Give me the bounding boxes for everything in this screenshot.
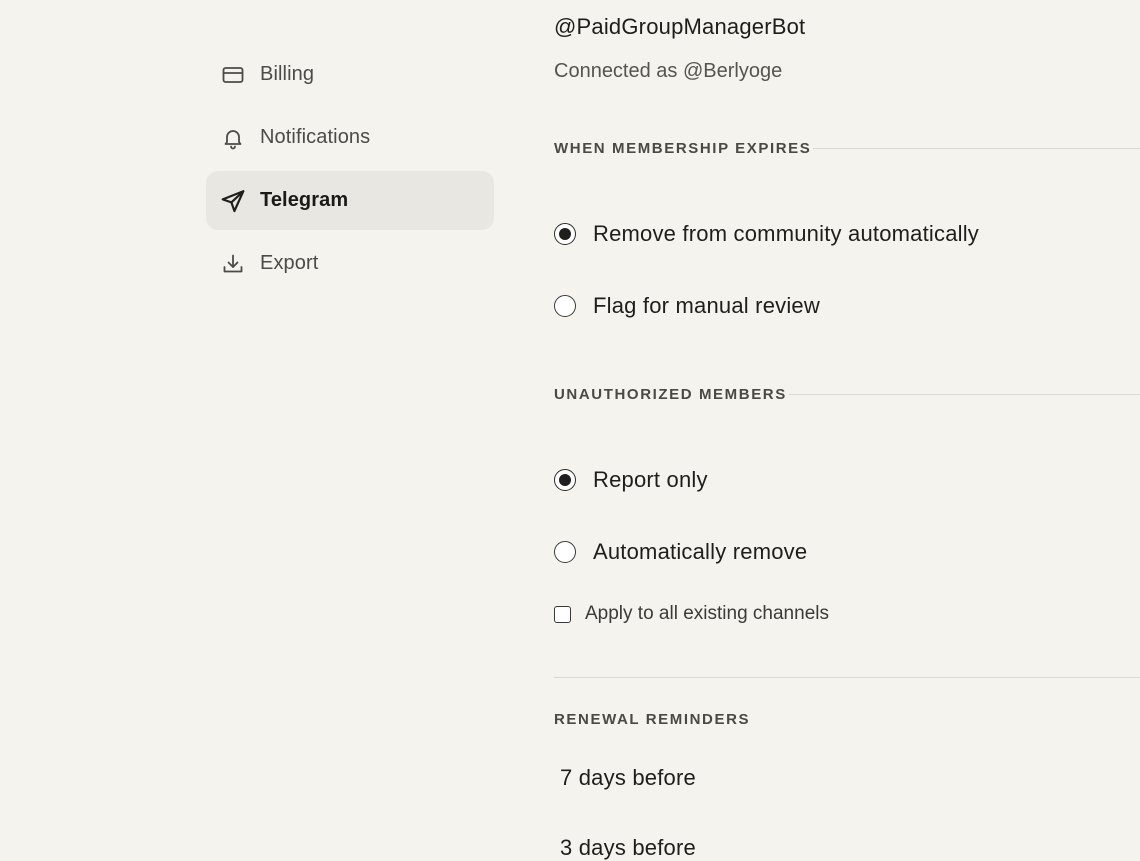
section-heading-text: WHEN MEMBERSHIP EXPIRES: [554, 140, 812, 157]
download-icon: [220, 251, 246, 277]
membership-expires-section-heading: WHEN MEMBERSHIP EXPIRES: [554, 140, 1140, 157]
bell-icon: [220, 125, 246, 151]
apply-all-channels-checkbox-row[interactable]: Apply to all existing channels: [554, 603, 829, 625]
sidebar-item-label: Billing: [260, 63, 315, 85]
reminder-3-days[interactable]: 3 days before: [560, 835, 696, 861]
sidebar-item-telegram[interactable]: Telegram: [206, 171, 494, 230]
radio-label: Automatically remove: [593, 539, 808, 564]
radio-button-unchecked[interactable]: [554, 541, 576, 563]
reminder-7-days[interactable]: 7 days before: [560, 765, 696, 791]
settings-sidebar: Billing Notifications Telegram Export: [206, 45, 494, 297]
radio-label: Remove from community automatically: [593, 221, 980, 246]
send-icon: [220, 188, 246, 214]
renewal-reminders-section-heading: RENEWAL REMINDERS: [554, 711, 1140, 728]
radio-automatically-remove[interactable]: Automatically remove: [554, 539, 807, 565]
section-heading-text: UNAUTHORIZED MEMBERS: [554, 386, 787, 403]
radio-label: Flag for manual review: [593, 293, 820, 318]
connected-account: Connected as @Berlyoge: [554, 60, 783, 82]
section-divider: [813, 148, 1140, 149]
radio-button-checked[interactable]: [554, 223, 576, 245]
radio-flag-manual-review[interactable]: Flag for manual review: [554, 293, 820, 319]
sidebar-item-label: Notifications: [260, 126, 371, 148]
radio-button-checked[interactable]: [554, 469, 576, 491]
sidebar-item-label: Export: [260, 252, 319, 274]
unauthorized-members-section-heading: UNAUTHORIZED MEMBERS: [554, 386, 1140, 403]
section-divider: [788, 394, 1140, 395]
radio-label: Report only: [593, 467, 708, 492]
credit-card-icon: [220, 62, 246, 88]
section-divider: [554, 677, 1140, 678]
section-heading-text: RENEWAL REMINDERS: [554, 711, 751, 728]
sidebar-item-notifications[interactable]: Notifications: [206, 108, 494, 167]
bot-name: @PaidGroupManagerBot: [554, 14, 806, 39]
radio-remove-automatically[interactable]: Remove from community automatically: [554, 221, 979, 247]
radio-report-only[interactable]: Report only: [554, 467, 708, 493]
sidebar-item-label: Telegram: [260, 189, 349, 211]
checkbox-label: Apply to all existing channels: [585, 603, 829, 624]
apply-all-channels-checkbox[interactable]: [554, 605, 571, 623]
radio-button-unchecked[interactable]: [554, 295, 576, 317]
sidebar-item-billing[interactable]: Billing: [206, 45, 494, 104]
sidebar-item-export[interactable]: Export: [206, 234, 494, 293]
